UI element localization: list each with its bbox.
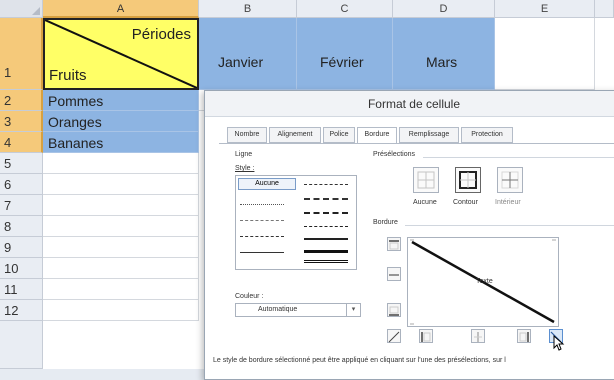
cell-a5[interactable] <box>43 153 199 174</box>
color-dropdown[interactable]: Automatique ▾ <box>235 303 361 317</box>
border-middle-horizontal-icon <box>389 274 399 276</box>
column-header-d[interactable]: D <box>393 0 495 18</box>
cell-a1-fruits: Fruits <box>49 67 87 84</box>
diagonal-up-icon <box>388 331 400 343</box>
cell-a1-periodes: Périodes <box>131 26 191 43</box>
row-header-12[interactable]: 12 <box>0 300 43 321</box>
row-header-9[interactable]: 9 <box>0 237 43 258</box>
column-header-c[interactable]: C <box>297 0 393 18</box>
tab-remplissage[interactable]: Remplissage <box>399 127 459 143</box>
column-header-b[interactable]: B <box>199 0 297 18</box>
ligne-label: Ligne <box>235 151 253 158</box>
cell-a8[interactable] <box>43 216 199 237</box>
style-option-medium-dash[interactable] <box>304 198 348 200</box>
border-bottom-button[interactable] <box>387 303 401 317</box>
border-middle-vertical-button[interactable] <box>471 329 485 343</box>
couleur-label: Couleur : <box>235 293 264 300</box>
cell-a4-text: Bananes <box>48 135 104 151</box>
preset-inside-icon <box>501 171 519 189</box>
cell-a2-text: Pommes <box>48 93 104 109</box>
border-middle-vertical-icon <box>474 332 482 342</box>
preset-inside-label: Intérieur <box>495 199 521 206</box>
preset-none-button[interactable] <box>413 167 439 193</box>
dialog-hint-text: Le style de bordure sélectionné peut êtr… <box>213 357 506 364</box>
border-middle-horizontal-button[interactable] <box>387 267 401 281</box>
border-top-button[interactable] <box>387 237 401 251</box>
preset-outline-button[interactable] <box>455 167 481 193</box>
row-header-6[interactable]: 6 <box>0 174 43 195</box>
row-header-1[interactable]: 1 <box>0 18 43 90</box>
style-option-dash-dot-dot[interactable] <box>304 184 348 185</box>
dialog-title: Format de cellule <box>205 91 614 117</box>
preset-outline-label: Contour <box>453 199 478 206</box>
column-header-e[interactable]: E <box>495 0 595 18</box>
preset-inside-button[interactable] <box>497 167 523 193</box>
border-left-button[interactable] <box>419 329 433 343</box>
style-option-thick[interactable] <box>304 250 348 253</box>
tab-police[interactable]: Police <box>323 127 355 143</box>
chevron-down-icon[interactable]: ▾ <box>346 304 360 316</box>
style-option-medium[interactable] <box>304 238 348 240</box>
row-header-8[interactable]: 8 <box>0 216 43 237</box>
style-option-medium-dash-dot[interactable] <box>304 212 348 214</box>
select-all-corner[interactable] <box>0 0 43 18</box>
bordure-label: Bordure <box>373 219 398 226</box>
style-option-aucune[interactable]: Aucune <box>238 178 296 190</box>
color-dropdown-value: Automatique <box>258 306 298 313</box>
column-header-a[interactable]: A <box>43 0 199 18</box>
cell-a11[interactable] <box>43 279 199 300</box>
cell-a1[interactable]: Périodes Fruits <box>43 18 199 90</box>
border-top-icon <box>389 240 399 250</box>
tab-protection[interactable]: Protection <box>461 127 513 143</box>
row-header-3[interactable]: 3 <box>0 111 43 132</box>
border-right-button[interactable] <box>517 329 531 343</box>
tab-alignement[interactable]: Alignement <box>269 127 321 143</box>
style-option-thin[interactable] <box>240 252 284 253</box>
column-header-f[interactable] <box>595 0 614 18</box>
format-cells-dialog: Format de cellule Nombre Alignement Poli… <box>204 90 614 380</box>
cell-a3-text: Oranges <box>48 114 102 130</box>
row-header-11[interactable]: 11 <box>0 279 43 300</box>
style-option-fine-dash[interactable] <box>240 220 284 221</box>
border-diagonal-up-button[interactable] <box>387 329 401 343</box>
cell-a7[interactable] <box>43 195 199 216</box>
style-option-dash-dot[interactable] <box>240 236 284 237</box>
preset-none-label: Aucune <box>413 199 437 206</box>
cell-a6[interactable] <box>43 174 199 195</box>
cell-e1[interactable] <box>495 18 595 90</box>
bordure-divider <box>405 225 614 226</box>
cell-d1-text: Mars <box>426 54 458 70</box>
style-option-slanted[interactable] <box>304 226 348 227</box>
cell-c1-text: Février <box>320 54 364 70</box>
border-preview[interactable]: Texte <box>407 237 559 327</box>
style-option-dotted[interactable] <box>240 204 284 205</box>
preset-outline-icon <box>459 171 477 189</box>
cell-b1-text: Janvier <box>218 54 264 70</box>
preset-none-icon <box>417 171 435 189</box>
row-header-2[interactable]: 2 <box>0 90 43 111</box>
preselections-label: Présélections <box>373 151 416 158</box>
border-bottom-icon <box>389 306 399 316</box>
row-header-5[interactable]: 5 <box>0 153 43 174</box>
line-style-list[interactable]: Aucune <box>235 175 357 270</box>
tab-nombre[interactable]: Nombre <box>227 127 267 143</box>
style-label: Style : <box>235 165 255 172</box>
row-header-10[interactable]: 10 <box>0 258 43 279</box>
cell-a12[interactable] <box>43 300 199 321</box>
cell-a9[interactable] <box>43 237 199 258</box>
row-header-13[interactable] <box>0 321 43 369</box>
style-option-double[interactable] <box>304 260 348 263</box>
tab-bordure[interactable]: Bordure <box>357 127 397 144</box>
mouse-cursor-icon <box>553 335 565 351</box>
preview-text: Texte <box>476 278 493 285</box>
row-header-7[interactable]: 7 <box>0 195 43 216</box>
border-left-icon <box>421 332 431 342</box>
cell-a10[interactable] <box>43 258 199 279</box>
border-right-icon <box>519 332 529 342</box>
row-header-4[interactable]: 4 <box>0 132 43 153</box>
preselections-divider <box>423 157 614 158</box>
